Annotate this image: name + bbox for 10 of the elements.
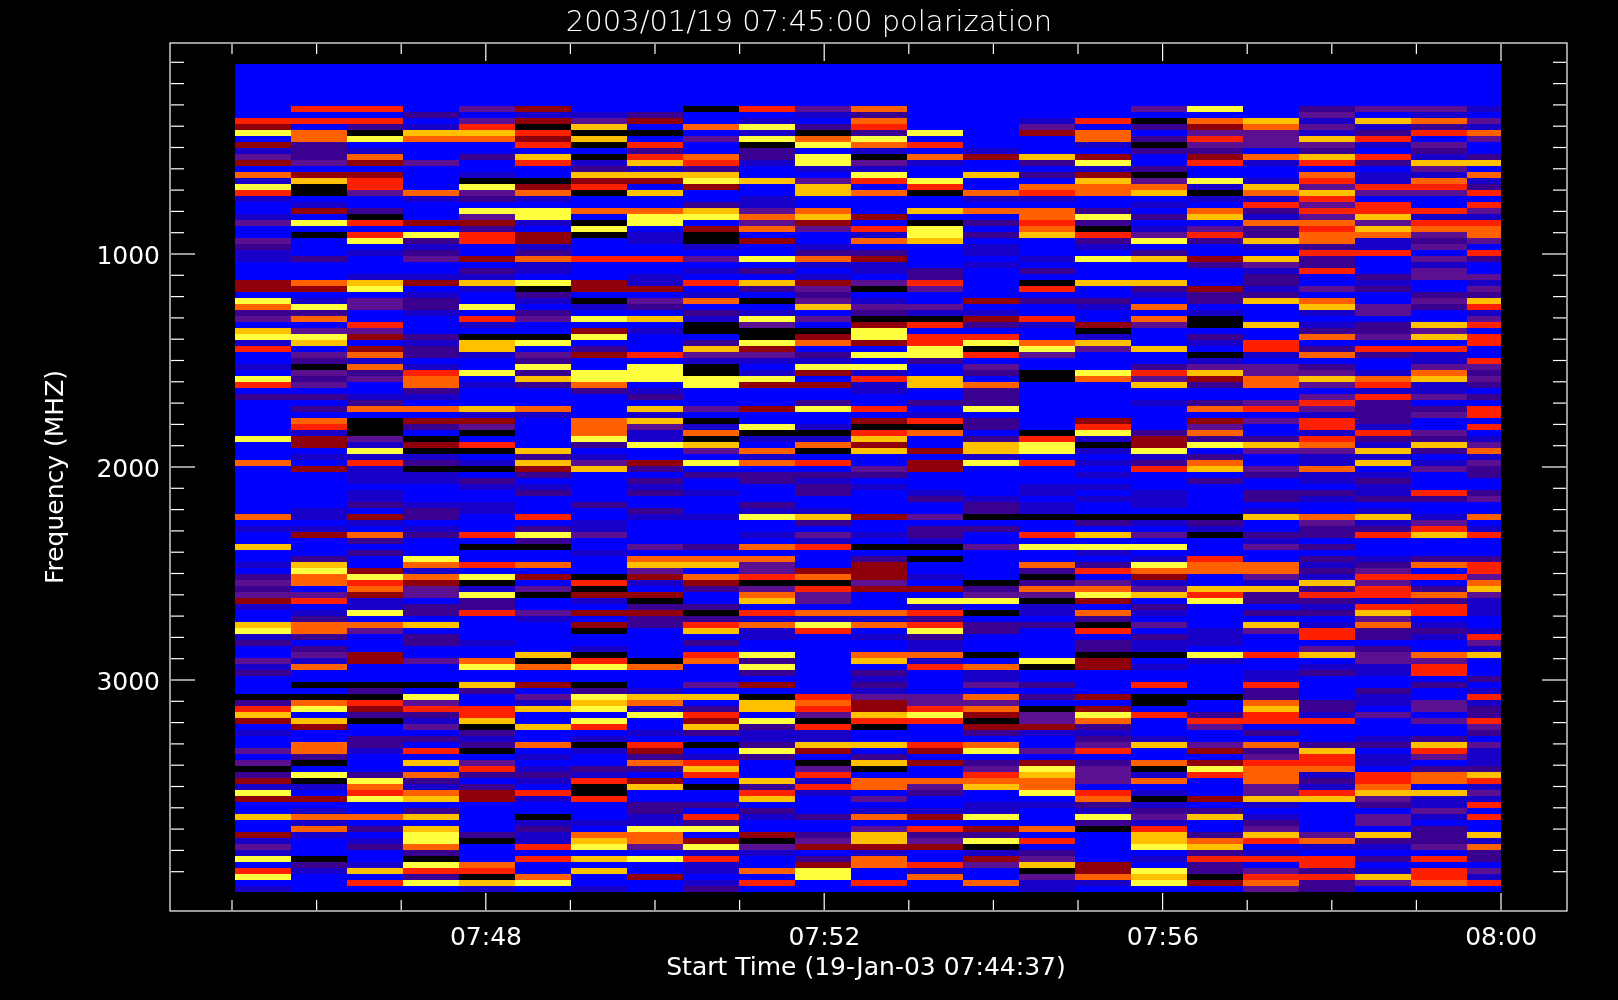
- y-tick-label: 3000: [96, 667, 160, 696]
- plot-title: 2003/01/19 07:45:00 polarization: [565, 4, 1053, 38]
- y-axis-label: Frequency (MHZ): [40, 369, 69, 585]
- x-axis-label: Start Time (19-Jan-03 07:44:37): [666, 952, 1066, 981]
- y-tick-label: 2000: [96, 454, 160, 483]
- y-tick-label: 1000: [96, 241, 160, 270]
- x-tick-label: 07:56: [1126, 922, 1199, 951]
- x-tick-label: 07:52: [788, 922, 861, 951]
- x-tick-label: 07:48: [450, 922, 522, 951]
- x-tick-label: 08:00: [1465, 922, 1538, 951]
